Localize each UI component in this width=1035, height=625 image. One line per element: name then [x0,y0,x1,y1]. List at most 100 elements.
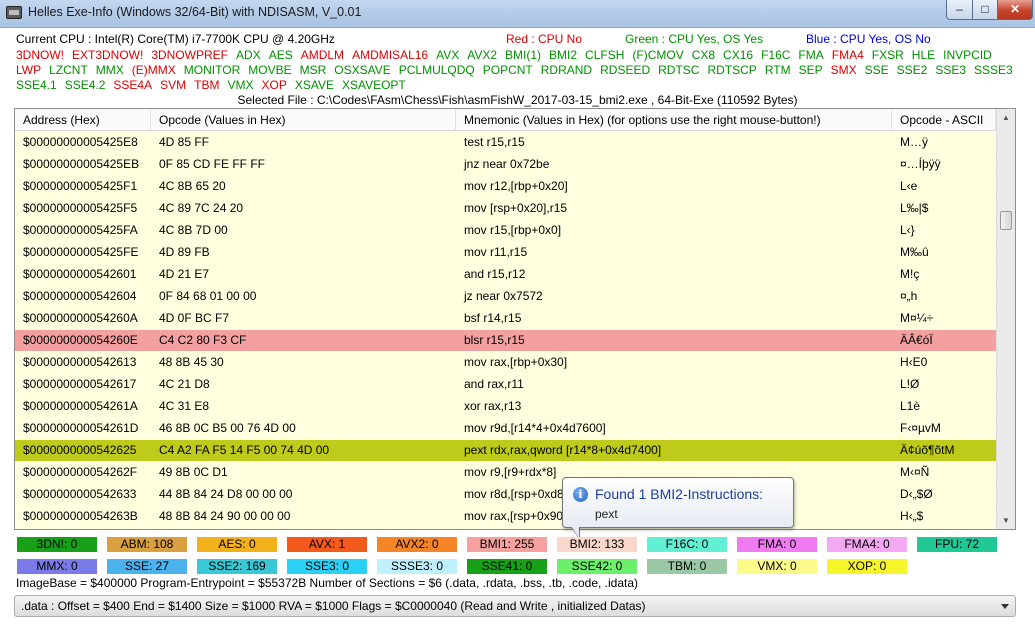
address-cell: $00000000005425E8 [23,135,138,149]
ascii-cell: L‹e [900,179,918,193]
cpu-flag: LWP [16,63,42,77]
table-header: Address (Hex) Opcode (Values in Hex) Mne… [15,109,996,131]
cpu-flag: RDTSCP [707,63,757,77]
cpu-flag: CX8 [691,48,716,62]
stat-box: XOP: 0 [827,559,907,574]
cpu-flag: AMDMISAL16 [352,48,429,62]
address-cell: $00000000005425F5 [23,201,138,215]
table-row[interactable]: $000000000054262F 49 8B 0C D1 mov r9,[r9+r… [15,462,996,484]
scroll-up-icon[interactable]: ▲ [997,109,1015,126]
opcode-cell: 44 8B 84 24 D8 00 00 00 [159,487,293,501]
stat-box: FMA4: 0 [827,537,907,552]
opcode-cell: 4C 89 7C 24 20 [159,201,244,215]
address-cell: $0000000000542604 [23,289,137,303]
chevron-down-icon[interactable] [1001,604,1009,609]
table-row[interactable]: $000000000054260E C4 C2 80 F3 CF blsr r15,… [15,330,996,352]
address-cell: $00000000005425F1 [23,179,138,193]
cpu-flag: POPCNT [482,63,533,77]
cpu-flag: SMX [830,63,857,77]
mnemonic-cell: mov [rsp+0x20],r15 [464,201,568,215]
mnemonic-cell: xor rax,r13 [464,399,522,413]
table-row[interactable]: $0000000000542601 4D 21 E7 and r15,r12 M!ç [15,264,996,286]
maximize-button[interactable]: □ [972,0,998,20]
table-row[interactable]: $0000000000542604 0F 84 68 01 00 00 jz nea… [15,286,996,308]
opcode-cell: 0F 85 CD FE FF FF [159,157,266,171]
disassembly-table[interactable]: Address (Hex) Opcode (Values in Hex) Mne… [14,108,1016,530]
table-row[interactable]: $0000000000542633 44 8B 84 24 D8 00 00 00… [15,484,996,506]
address-cell: $00000000005425FE [23,245,139,259]
mnemonic-cell: mov rax,[rbp+0x30] [464,355,568,369]
opcode-cell: 4D 89 FB [159,245,210,259]
cpu-flag: FMA [798,48,824,62]
address-cell: $00000000005425EB [23,157,140,171]
vertical-scrollbar[interactable]: ▲ ▼ [996,109,1015,529]
ascii-cell: M¤¼÷ [900,311,934,325]
minimize-button[interactable]: – [946,0,973,20]
cpu-flag: RTM [764,63,791,77]
stat-box: FPU: 72 [917,537,997,552]
cpu-flag: SEP [798,63,823,77]
header-opcode[interactable]: Opcode (Values in Hex) [151,109,456,131]
table-row[interactable]: $000000000054261D 46 8B 0C B5 00 76 4D 00… [15,418,996,440]
ascii-cell: M‹¤Ñ [900,465,930,479]
table-row[interactable]: $0000000000542617 4C 21 D8 and rax,r11 L!Ø [15,374,996,396]
cpu-flag: MOVBE [248,63,292,77]
cpu-flag: INVPCID [943,48,992,62]
cpu-flag: VMX [227,78,254,92]
header-address[interactable]: Address (Hex) [15,109,151,131]
table-row[interactable]: $00000000005425F5 4C 89 7C 24 20 mov [rsp+… [15,198,996,220]
cpu-flag: SSE3 [935,63,967,77]
address-cell: $0000000000542613 [23,355,137,369]
address-cell: $00000000005425FA [23,223,138,237]
cpu-flag: BMI2 [549,48,578,62]
table-row[interactable]: $0000000000542625 C4 A2 FA F5 14 F5 00 74… [15,440,996,462]
cpu-flag: AVX2 [467,48,498,62]
address-cell: $000000000054262F [23,465,138,479]
scroll-down-icon[interactable]: ▼ [997,512,1015,529]
table-row[interactable]: $000000000054260A 4D 0F BC F7 bsf r14,r15 M… [15,308,996,330]
table-row[interactable]: $00000000005425F1 4C 8B 65 20 mov r12,[rbp… [15,176,996,198]
ascii-cell: H‹E0 [900,355,928,369]
ascii-cell: M…ÿ [900,135,928,149]
ascii-cell: L!Ø [900,377,920,391]
cpu-flag: 3DNOW! [16,48,64,62]
cpu-flag: (F)CMOV [632,48,684,62]
stat-box: SSE2: 169 [197,559,277,574]
cpu-flag: RDRAND [540,63,593,77]
scroll-thumb[interactable] [1000,211,1012,230]
close-button[interactable]: ✕ [997,0,1033,20]
table-body: $00000000005425E8 4D 85 FF test r15,r15 M…ÿ… [15,132,996,528]
opcode-cell: 4C 8B 7D 00 [159,223,228,237]
ascii-cell: ¤„h [900,289,918,303]
app-icon[interactable] [6,6,22,19]
stat-box: ABM: 108 [107,537,187,552]
mnemonic-cell: blsr r15,r15 [464,333,525,347]
section-dropdown[interactable]: .data : Offset = $400 End = $1400 Size =… [14,595,1016,617]
header-ascii[interactable]: Opcode - ASCII [892,109,996,131]
table-row[interactable]: $00000000005425FA 4C 8B 7D 00 mov r15,[rbp… [15,220,996,242]
table-row[interactable]: $000000000054263B 48 8B 84 24 90 00 00 00… [15,506,996,528]
stat-box: 3DN!: 0 [17,537,97,552]
table-row[interactable]: $0000000000542613 48 8B 45 30 mov rax,[rbp… [15,352,996,374]
stat-box: AVX: 1 [287,537,367,552]
cpu-flag: HLE [911,48,936,62]
stat-box: SSSE3: 0 [377,559,457,574]
table-row[interactable]: $000000000054261A 4C 31 E8 xor rax,r13 L1è [15,396,996,418]
mnemonic-cell: test r15,r15 [464,135,525,149]
address-cell: $000000000054260E [23,333,138,347]
table-row[interactable]: $00000000005425EB 0F 85 CD FE FF FF jnz ne… [15,154,996,176]
header-mnemonic[interactable]: Mnemonic (Values in Hex) (for options us… [456,109,892,131]
cpu-flag: AMDLM [300,48,345,62]
cpu-flag: CX16 [723,48,754,62]
ascii-cell: H‹„$ [900,509,924,523]
cpu-flag: SVM [160,78,187,92]
cpu-info-line: Current CPU : Intel(R) Core(TM) i7-7700K… [16,32,1026,47]
stat-box: BMI1: 255 [467,537,547,552]
table-row[interactable]: $00000000005425FE 4D 89 FB mov r11,r15 M‰û [15,242,996,264]
section-dropdown-value: .data : Offset = $400 End = $1400 Size =… [21,599,646,613]
mnemonic-cell: mov r15,[rbp+0x0] [464,223,562,237]
table-row[interactable]: $00000000005425E8 4D 85 FF test r15,r15 M…ÿ [15,132,996,154]
cpu-flag: TBM [194,78,220,92]
stat-box: SSE: 27 [107,559,187,574]
title-bar[interactable]: Helles Exe-Info (Windows 32/64-Bit) with… [0,0,1035,28]
